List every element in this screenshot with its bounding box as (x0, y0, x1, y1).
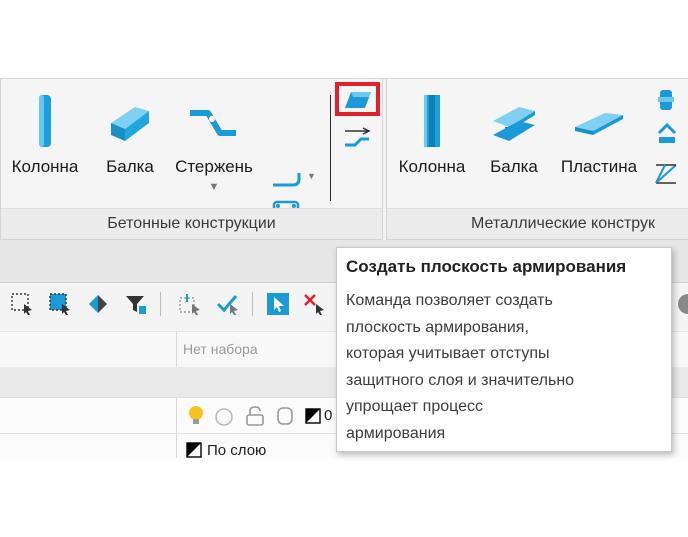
rebar-icon (190, 110, 236, 136)
tooltip: Создать плоскость армирования Команда по… (336, 247, 672, 452)
steel-beam-icon (493, 107, 535, 141)
metal-beam-button[interactable]: Балка (483, 101, 545, 177)
print-icon[interactable] (274, 405, 296, 427)
layer-value[interactable]: По слою (207, 442, 266, 459)
check-set-icon[interactable] (216, 292, 240, 316)
concrete-beam-label: Балка (106, 157, 154, 176)
by-layer-swatch-icon (186, 442, 202, 458)
metal-plate-label: Пластина (560, 157, 638, 176)
rebar-dropdown-icon[interactable]: ▼ (169, 181, 259, 193)
set-select[interactable]: Нет набора (183, 341, 258, 357)
reinforcement-plane-button[interactable] (335, 82, 380, 116)
ribbon: Колонна Балка Стержень ▼ ▼ Бетонные конс… (0, 78, 688, 257)
plane-icon (345, 92, 371, 108)
add-to-set-icon[interactable] (178, 292, 202, 316)
tooltip-line: плоскость армирования, (346, 318, 529, 336)
panel-separator (330, 95, 331, 201)
tooltip-description: Команда позволяет создать плоскость арми… (346, 288, 662, 447)
lightbulb-icon[interactable] (186, 405, 206, 427)
concrete-panel-title: Бетонные конструкции (1, 208, 382, 239)
freeze-icon[interactable] (214, 407, 234, 427)
metal-beam-label: Балка (490, 157, 538, 176)
toolbar-separator (160, 292, 161, 316)
anchor-icon[interactable] (655, 121, 679, 147)
concrete-panel: Колонна Балка Стержень ▼ ▼ Бетонные конс… (0, 79, 383, 257)
tooltip-line: Команда позволяет создать (346, 292, 553, 309)
tooltip-title: Создать плоскость армирования (346, 257, 627, 276)
steel-column-icon (424, 95, 440, 147)
tooltip-line: армирования (346, 424, 446, 442)
layer-number: 0 (324, 407, 333, 424)
metal-panel-title: Металлические конструк (387, 208, 688, 239)
deselect-icon[interactable] (302, 292, 326, 316)
concrete-beam-button[interactable]: Балка (99, 101, 161, 177)
rebar-line-caret-icon[interactable]: ▼ (307, 171, 316, 181)
metal-plate-button[interactable]: Пластина (553, 101, 645, 177)
filter-icon[interactable] (124, 292, 148, 316)
concrete-column-label: Колонна (11, 157, 79, 176)
rebar-line-icon[interactable] (271, 167, 301, 189)
beam-icon (111, 107, 149, 141)
pointer-select-icon[interactable] (266, 292, 290, 316)
truss-icon[interactable] (653, 159, 679, 187)
select-window-icon[interactable] (10, 292, 34, 316)
scroll-indicator-icon (678, 294, 688, 314)
column-icon (39, 95, 51, 147)
tooltip-line: которая учитывает отступы (346, 345, 550, 362)
concrete-rebar-label: Стержень (175, 157, 253, 176)
rebar-offset-icon[interactable] (341, 125, 373, 151)
select-object-icon[interactable] (48, 292, 72, 316)
metal-column-label: Колонна (398, 157, 466, 176)
lock-icon[interactable] (244, 405, 266, 427)
toolbar-separator (252, 292, 253, 316)
tooltip-line: упрощает процесс (346, 398, 484, 415)
metal-column-button[interactable]: Колонна (391, 93, 473, 177)
tooltip-line: защитного слоя и значительно (346, 371, 575, 389)
select-similar-icon[interactable] (86, 292, 110, 316)
plate-icon (575, 113, 623, 135)
concrete-column-button[interactable]: Колонна (6, 93, 84, 177)
bolt-icon[interactable] (655, 87, 677, 113)
metal-panel: Колонна Балка Пластина Металлические кон… (386, 79, 688, 240)
concrete-rebar-button[interactable]: Стержень ▼ (169, 101, 259, 193)
color-swatch-icon[interactable] (305, 408, 321, 424)
